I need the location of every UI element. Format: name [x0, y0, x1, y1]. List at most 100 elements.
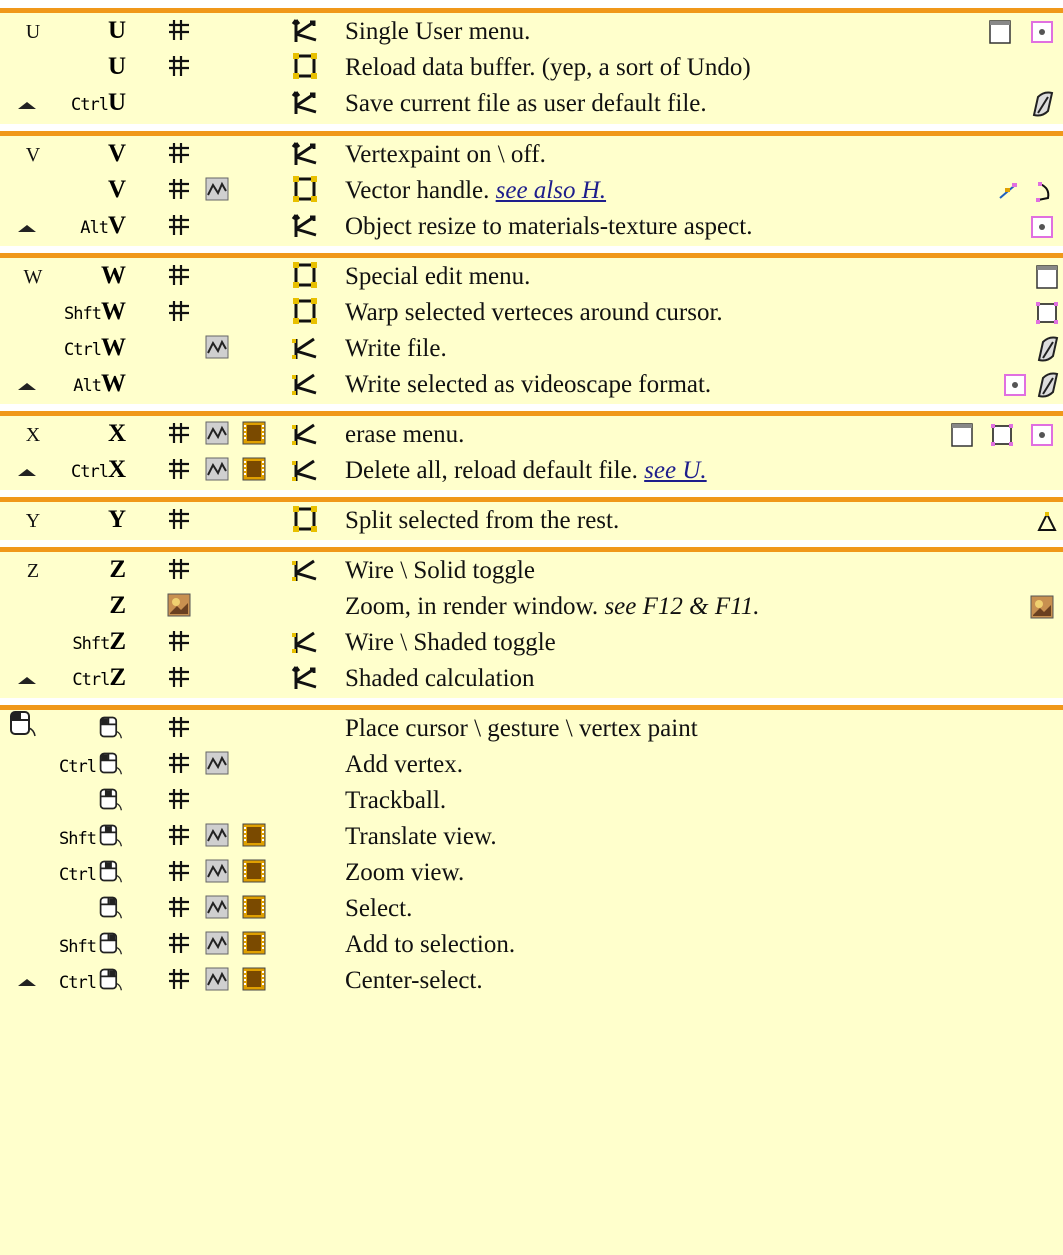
- up-arrow-icon: [18, 102, 36, 109]
- row-u-2: U Reload data buffer. (yep, a sort of Un…: [0, 49, 1063, 85]
- description: Delete all, reload default file. see U.: [345, 457, 707, 484]
- description: Reload data buffer. (yep, a sort of Undo…: [345, 54, 751, 81]
- description: Write selected as videoscape format.: [345, 371, 712, 398]
- mouse-icon: [99, 716, 123, 739]
- axis-3d-icon: [291, 19, 317, 42]
- hotkey: AltV: [80, 212, 126, 239]
- section-letter: V: [25, 144, 41, 166]
- grid-icon: [169, 789, 189, 809]
- axis-dotted-icon: [292, 631, 317, 653]
- vector-handle-icon: [999, 183, 1017, 199]
- axis-dotted-icon: [292, 559, 317, 581]
- axis-dotted-icon: [292, 459, 317, 481]
- description: Wire \ Shaded toggle: [345, 629, 556, 656]
- menu-window-icon: [951, 423, 973, 447]
- see-also-link[interactable]: see also H.: [496, 177, 606, 204]
- hotkey: Z: [109, 556, 126, 583]
- object-dot-icon: [1004, 374, 1026, 396]
- description: erase menu.: [345, 421, 465, 448]
- row-mouse-1: Place cursor \ gesture \ vertex paint: [0, 710, 1063, 746]
- section-y: Y Y Split selected from the rest.: [0, 497, 1063, 540]
- row-w-2: ShftW Warp selected verteces around curs…: [0, 294, 1063, 330]
- up-arrow-icon: [18, 225, 36, 232]
- row-z-2: Z Zoom, in render window. see F12 & F11.: [0, 588, 1063, 624]
- ipo-curve-icon: [205, 931, 229, 955]
- hotkey: Ctrl: [59, 966, 126, 997]
- object-dot-icon: [1031, 216, 1053, 238]
- render-image-icon: [1030, 595, 1054, 619]
- axis-dotted-icon: [292, 337, 317, 359]
- hotkey: V: [107, 176, 126, 203]
- grid-icon: [169, 509, 189, 529]
- row-v-1: V V Vertexpaint on \ off.: [0, 136, 1063, 172]
- ipo-curve-icon: [205, 967, 229, 991]
- section-letter: W: [23, 266, 43, 288]
- edit-mode-icon: [293, 262, 317, 288]
- row-u-3: CtrlU Save current file as user default …: [0, 85, 1063, 121]
- edit-mode-icon: [293, 176, 317, 202]
- grid-icon: [169, 301, 189, 321]
- file-icon: [1037, 372, 1059, 398]
- description: Place cursor \ gesture \ vertex paint: [345, 715, 698, 742]
- row-w-1: W W Special edit menu.: [0, 258, 1063, 294]
- axis-dotted-icon: [292, 373, 317, 395]
- description: Trackball.: [345, 787, 447, 814]
- hotkey: Shft: [59, 822, 126, 853]
- menu-window-icon: [989, 20, 1011, 44]
- grid-icon: [169, 933, 189, 953]
- sequence-strip-icon: [242, 931, 266, 955]
- section-v: V V Vertexpaint on \ off. V Vector handl…: [0, 131, 1063, 246]
- ipo-curve-icon: [205, 177, 229, 201]
- hotkey: AltW: [73, 370, 126, 397]
- row-w-3: CtrlW Write file.: [0, 330, 1063, 366]
- row-w-4: AltW Write selected as videoscape format…: [0, 366, 1063, 402]
- description: Split selected from the rest.: [345, 507, 620, 534]
- axis-3d-icon: [291, 91, 317, 114]
- row-v-2: V Vector handle. see also H.: [0, 172, 1063, 208]
- row-z-1: Z Z Wire \ Solid toggle: [0, 552, 1063, 588]
- description: Save current file as user default file.: [345, 90, 707, 117]
- mouse-middle-icon: [99, 860, 123, 883]
- mouse-right-icon: [99, 968, 123, 991]
- sequence-strip-icon: [242, 823, 266, 847]
- mouse-right-icon: [99, 896, 123, 919]
- grid-icon: [169, 825, 189, 845]
- object-dot-icon: [1031, 424, 1053, 446]
- description: Zoom view.: [345, 859, 465, 886]
- grid-icon: [169, 631, 189, 651]
- hotkey: ShftW: [64, 298, 126, 325]
- see-also-note: see F12 & F11.: [604, 593, 760, 620]
- mouse-middle-icon: [99, 824, 123, 847]
- section-letter: X: [25, 424, 41, 446]
- description: Shaded calculation: [345, 665, 535, 692]
- up-arrow-icon: [18, 383, 36, 390]
- row-mouse-8: Ctrl Center-select.: [0, 962, 1063, 998]
- description: Vector handle. see also H.: [345, 177, 607, 204]
- row-y-1: Y Y Split selected from the rest.: [0, 502, 1063, 538]
- description: Select.: [345, 895, 413, 922]
- grid-icon: [169, 215, 189, 235]
- row-z-4: CtrlZ Shaded calculation: [0, 660, 1063, 696]
- description: Zoom, in render window. see F12 & F11.: [345, 593, 760, 620]
- section-z: Z Z Wire \ Solid toggle Z Zoom, in rende…: [0, 547, 1063, 698]
- section-u: U U Single User menu. U Reload data buff…: [0, 8, 1063, 124]
- section-x: X X erase menu. CtrlX Delete all, reload…: [0, 411, 1063, 490]
- hotkey: CtrlZ: [72, 664, 126, 691]
- sequence-strip-icon: [242, 895, 266, 919]
- see-also-link[interactable]: see U.: [644, 457, 706, 484]
- grid-icon: [169, 20, 189, 40]
- description: Special edit menu.: [345, 263, 531, 290]
- grid-icon: [169, 969, 189, 989]
- grid-icon: [169, 861, 189, 881]
- description: Vertexpaint on \ off.: [345, 141, 546, 168]
- edit-mode-icon: [293, 53, 317, 79]
- hotkey: CtrlU: [70, 89, 126, 116]
- hotkey: ShftZ: [72, 628, 126, 655]
- axis-3d-icon: [291, 214, 317, 237]
- axis-3d-icon: [291, 666, 317, 689]
- row-mouse-2: Ctrl Add vertex.: [0, 746, 1063, 782]
- hotkey: X: [107, 420, 126, 447]
- section-mouse: Place cursor \ gesture \ vertex paint Ct…: [0, 705, 1063, 1255]
- vertex-box-icon: [1036, 302, 1058, 324]
- mouse-middle-icon: [99, 788, 123, 811]
